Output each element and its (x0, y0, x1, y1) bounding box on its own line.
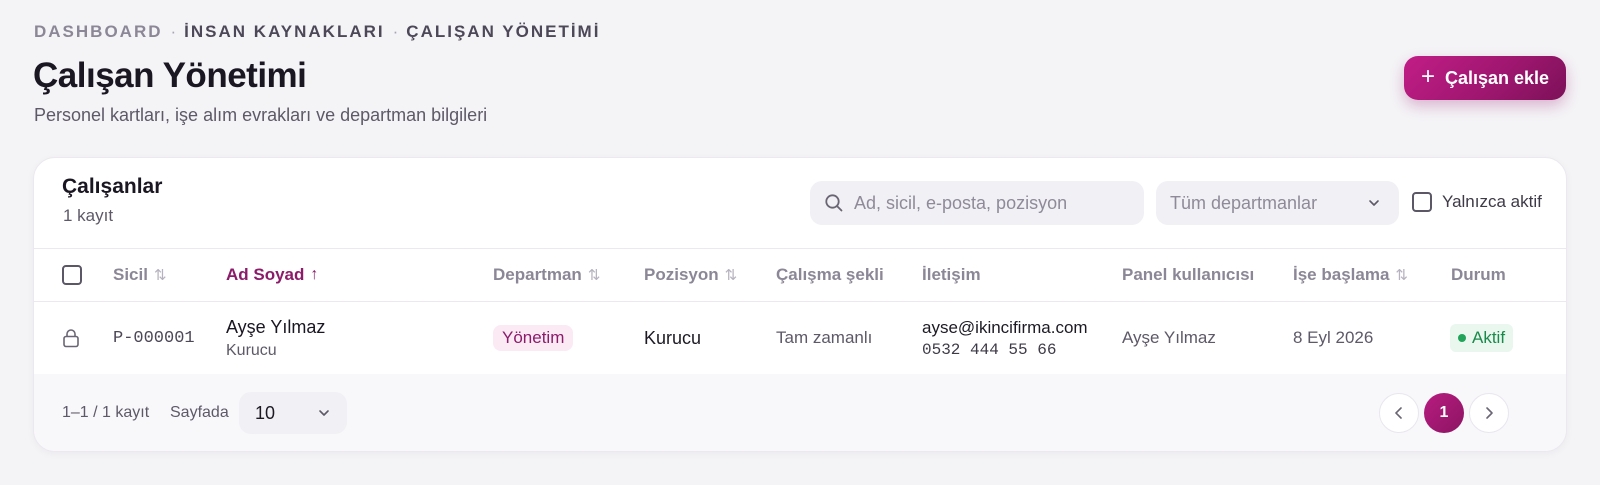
department-select[interactable]: Tüm departmanlar (1156, 181, 1399, 225)
per-page-select[interactable]: 10 (239, 392, 347, 434)
sort-icon: ⇅ (587, 267, 601, 284)
status-badge: Aktif (1450, 324, 1514, 352)
breadcrumb-hr[interactable]: İNSAN KAYNAKLARI (184, 22, 384, 42)
add-employee-label: Çalışan ekle (1444, 67, 1550, 88)
per-page-value: 10 (255, 402, 276, 423)
column-header-label: Durum (1451, 265, 1506, 284)
contact-email[interactable]: ayse@ikincifirma.com (922, 318, 1088, 338)
chevron-down-icon (319, 410, 329, 416)
status-label: Aktif (1472, 328, 1506, 347)
cell-departman: Yönetim (493, 302, 574, 374)
row-lock (62, 302, 80, 374)
column-header-calisma-sekli: Çalışma şekli (776, 249, 884, 301)
column-header-iletisim: İletişim (922, 249, 981, 301)
breadcrumb-separator: · (392, 22, 399, 41)
column-header-label: İşe başlama (1293, 265, 1390, 284)
next-page-button[interactable] (1469, 393, 1509, 433)
column-header-panel-kullanicisi: Panel kullanıcısı (1122, 249, 1254, 301)
table-header: Sicil ⇅ Ad Soyad ↑ Departman ⇅ Pozisyon … (34, 248, 1566, 302)
cell-iletisim: ayse@ikincifirma.com 0532 444 55 66 (922, 302, 1088, 374)
column-header-departman[interactable]: Departman ⇅ (493, 249, 600, 301)
cell-ad-soyad[interactable]: Ayşe Yılmaz Kurucu (226, 302, 325, 374)
table-footer: 1–1 / 1 kayıt Sayfada 10 1 (34, 374, 1566, 451)
search-input[interactable] (854, 192, 1134, 214)
record-count: 1 kayıt (63, 206, 114, 225)
column-header-pozisyon[interactable]: Pozisyon ⇅ (644, 249, 737, 301)
page-subtitle: Personel kartları, işe alım evrakları ve… (34, 105, 488, 125)
cell-calisma-sekli: Tam zamanlı (776, 328, 873, 347)
add-employee-button[interactable]: + Çalışan ekle (1404, 56, 1566, 100)
column-header-label: Çalışma şekli (776, 265, 884, 284)
column-header-label: Departman (493, 265, 582, 284)
department-badge: Yönetim (493, 325, 574, 351)
pagination-range: 1–1 / 1 kayıt (62, 404, 150, 421)
breadcrumb-dashboard[interactable]: DASHBOARD (34, 22, 163, 42)
sort-icon: ⇅ (724, 267, 738, 284)
column-header-ise-baslama[interactable]: İşe başlama ⇅ (1293, 249, 1408, 301)
chevron-left-icon (1395, 407, 1402, 419)
page-button-current[interactable]: 1 (1424, 393, 1464, 433)
column-header-label: Sicil (113, 265, 148, 284)
per-page-label: Sayfada (170, 404, 229, 421)
select-all-checkbox[interactable] (62, 265, 82, 285)
search-icon (825, 194, 843, 212)
card-title: Çalışanlar (62, 175, 163, 198)
employee-name[interactable]: Ayşe Yılmaz (226, 317, 325, 338)
cell-pozisyon: Kurucu (644, 327, 702, 348)
sort-icon: ⇅ (153, 267, 167, 284)
breadcrumb: DASHBOARD · İNSAN KAYNAKLARI · ÇALIŞAN Y… (34, 22, 600, 42)
column-header-sicil[interactable]: Sicil ⇅ (113, 249, 167, 301)
chevron-right-icon (1486, 407, 1493, 419)
lock-icon (63, 329, 79, 348)
contact-phone[interactable]: 0532 444 55 66 (922, 341, 1056, 359)
department-select-value: Tüm departmanlar (1170, 192, 1318, 213)
page-title: Çalışan Yönetimi (33, 56, 307, 95)
search-box (810, 181, 1144, 225)
column-header-ad-soyad[interactable]: Ad Soyad ↑ (226, 249, 318, 301)
table-row[interactable]: P-000001 Ayşe Yılmaz Kurucu Yönetim Kuru… (34, 302, 1566, 374)
column-header-durum: Durum (1451, 249, 1506, 301)
cell-sicil: P-000001 (113, 328, 195, 348)
prev-page-button[interactable] (1379, 393, 1419, 433)
employee-title: Kurucu (226, 341, 277, 359)
column-header-label: Pozisyon (644, 265, 719, 284)
column-header-label: Ad Soyad (226, 265, 305, 284)
plus-icon: + (1420, 63, 1435, 90)
cell-ise-baslama: 8 Eyl 2026 (1293, 328, 1374, 347)
status-dot-icon (1458, 334, 1466, 342)
sort-ascending-icon: ↑ (310, 266, 319, 283)
employees-card: Çalışanlar 1 kayıt Tüm departmanlar Yaln… (33, 157, 1567, 452)
sort-icon: ⇅ (1395, 267, 1408, 284)
active-only-label: Yalnızca aktif (1442, 192, 1542, 211)
breadcrumb-current: ÇALIŞAN YÖNETİMİ (406, 22, 601, 41)
active-only-filter[interactable]: Yalnızca aktif (1412, 192, 1542, 212)
active-only-checkbox[interactable] (1412, 192, 1432, 212)
cell-durum: Aktif (1450, 302, 1514, 374)
cell-panel-kullanicisi: Ayşe Yılmaz (1122, 328, 1216, 347)
chevron-down-icon (1369, 200, 1379, 206)
breadcrumb-separator: · (170, 22, 177, 41)
column-header-label: İletişim (922, 265, 981, 284)
column-header-label: Panel kullanıcısı (1122, 265, 1255, 284)
